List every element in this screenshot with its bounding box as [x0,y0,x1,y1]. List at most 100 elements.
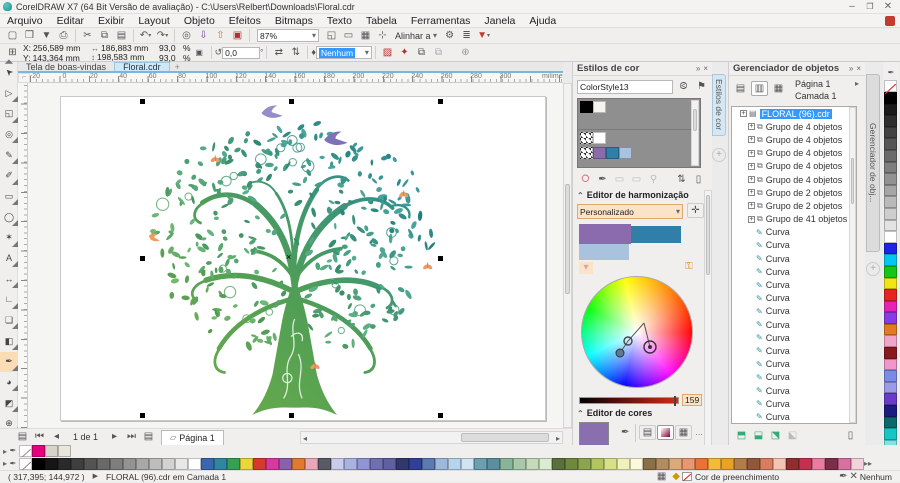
rotation-field[interactable]: 0,0 [222,47,260,59]
docker-scrollbar[interactable] [704,190,712,456]
ruler-corner[interactable]: ⌐ [18,73,30,83]
last-page-button[interactable]: ⏭ [123,430,140,445]
object-manager-vertical-tab[interactable]: Gerenciador de obj... [866,74,880,252]
doc-palette-swatch[interactable] [84,458,97,470]
doc-palette-swatch[interactable] [71,458,84,470]
dimension-tool[interactable]: ↔ [0,269,18,289]
color-eyedropper-tool[interactable]: ✒ [0,352,18,372]
show-rulers-button[interactable]: ▭ [340,28,357,43]
doc-palette-swatch[interactable] [825,458,838,470]
save-button[interactable]: ▼ [38,28,55,43]
menu-objeto[interactable]: Objeto [177,15,222,27]
add-docker-button-2[interactable]: + [866,262,880,276]
wrap-text-button[interactable]: ▨ [379,45,396,60]
doc-palette-swatch[interactable] [734,458,747,470]
brightness-slider[interactable] [579,397,679,404]
publish-pdf-button[interactable]: ▣ [229,28,246,43]
palette-swatch[interactable] [884,127,897,139]
slider-value-field[interactable]: 159 [682,394,702,406]
palette-swatch[interactable] [884,266,897,278]
show-object-properties-button[interactable]: ▤ [732,81,749,96]
harmony-style-swatch[interactable] [593,147,606,159]
delete-object-button[interactable]: ▯ [842,428,859,443]
doc-palette-swatch[interactable] [643,458,656,470]
doc-palette-swatch[interactable] [253,458,266,470]
palette-swatch[interactable] [884,382,897,394]
object-row-curve[interactable]: ✎Curva [732,278,856,291]
doc-palette-swatch[interactable] [136,458,149,470]
color-style-name-field[interactable]: ColorStyle13 [577,80,673,94]
palette-swatch[interactable] [884,278,897,290]
object-row-curve[interactable]: ✎Curva [732,265,856,278]
folder-swatch[interactable] [580,132,593,144]
doc-palette-swatch[interactable] [552,458,565,470]
palette-swatch[interactable] [884,185,897,197]
menu-texto[interactable]: Texto [320,15,359,27]
doc-palette-swatch[interactable] [422,458,435,470]
interactive-fill-tool[interactable]: ◕ [0,372,18,392]
tab-welcome[interactable]: Tela de boas-vindas [18,62,114,72]
maximize-button[interactable]: ❐ [861,3,879,11]
quick-customize-button[interactable]: ✦ [396,45,413,60]
menu-exibir[interactable]: Exibir [91,15,131,27]
doc-palette-swatch[interactable] [786,458,799,470]
redo-button[interactable]: ↷▾ [154,28,171,43]
mirror-horizontal-button[interactable]: ⇄ [270,45,287,60]
add-preference-button[interactable]: ⊕ [457,45,474,60]
style-swatch[interactable] [580,101,593,113]
delete-style-icon[interactable]: ▯ [690,172,707,187]
doc-palette-swatch[interactable] [214,458,227,470]
to-front-button[interactable]: ⧉ [413,45,430,60]
snap-to-button[interactable]: ⊹ [374,28,391,43]
palette-swatch[interactable] [884,150,897,162]
doc-palette-swatch[interactable] [799,458,812,470]
corel-options-button[interactable]: ▼▾ [475,28,492,43]
doc-palette-swatch[interactable] [435,458,448,470]
menu-editar[interactable]: Editar [50,15,91,27]
menu-arquivo[interactable]: Arquivo [0,15,50,27]
palette-swatch[interactable] [884,312,897,324]
previous-page-button[interactable]: ◂ [48,430,65,445]
import-button[interactable]: ⇩ [195,28,212,43]
canvas-vertical-scrollbar[interactable] [563,83,572,428]
add-harmony-button[interactable]: ✛ [687,203,704,218]
doc-palette-swatch[interactable] [838,458,851,470]
object-row-curve[interactable]: ✎Curva [732,239,856,252]
menu-janela[interactable]: Janela [477,15,522,27]
palette-swatch[interactable] [884,162,897,174]
connector-tool[interactable]: ∟ [0,290,18,310]
style-options-button[interactable]: ⚑ [693,79,710,94]
object-row-curve[interactable]: ✎Curva [732,344,856,357]
doc-palette-swatch[interactable] [58,458,71,470]
palette-swatch[interactable] [884,115,897,127]
harmony-color-bar[interactable] [579,244,629,260]
doc-palette-swatch[interactable] [448,458,461,470]
edit-across-layers-button[interactable]: ▥ [751,81,768,96]
palette-swatch[interactable] [884,196,897,208]
doc-palette-swatch[interactable] [773,458,786,470]
lock-ratio-icon[interactable]: ▣ [191,45,208,60]
doc-palette-swatch[interactable] [318,458,331,470]
doc-palette-swatch[interactable] [617,458,630,470]
drop-shadow-tool[interactable]: ❏ [0,310,18,330]
menu-ajuda[interactable]: Ajuda [522,15,563,27]
menu-efeitos[interactable]: Efeitos [222,15,268,27]
canvas-horizontal-scrollbar[interactable]: ◂▸ [300,431,563,444]
vertical-ruler[interactable] [18,83,28,428]
outline-width-dropdown[interactable]: Nenhum▾ [316,46,372,59]
doc-palette-swatch[interactable] [45,458,58,470]
horizontal-ruler[interactable]: -200204060801001201401601802002202402602… [30,73,563,83]
new-document-button[interactable]: ▢ [4,28,21,43]
palette-eyedropper-icon[interactable]: ✒ [883,67,899,79]
harmony-style-swatch[interactable] [619,147,632,159]
object-row-curve[interactable]: ✎Curva [732,384,856,397]
object-row-curve[interactable]: ✎Curva [732,331,856,344]
doc-palette-swatch[interactable] [851,458,864,470]
page-tab[interactable]: ▱Página 1 [161,430,224,445]
first-page-button[interactable]: ⏮ [31,430,48,445]
doc-palette-swatch[interactable] [201,458,214,470]
no-color-swatch[interactable] [884,80,897,92]
next-page-button[interactable]: ▸ [106,430,123,445]
undo-button[interactable]: ↶▾ [137,28,154,43]
doc-palette-swatch[interactable] [32,458,45,470]
